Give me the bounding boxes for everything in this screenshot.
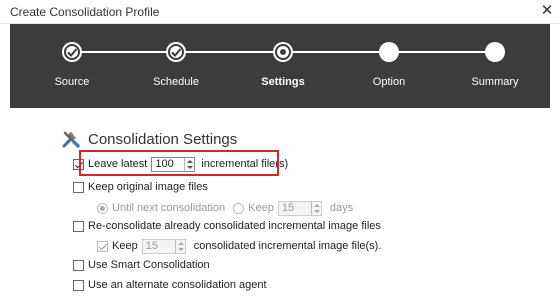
wizard-stepper: Source Schedule Settings Option Summary (10, 24, 550, 108)
reconsolidate-label: Re-consolidate already consolidated incr… (88, 220, 381, 232)
title-bar: Create Consolidation Profile ✕ (0, 0, 560, 24)
step-schedule-label[interactable]: Schedule (136, 76, 216, 88)
keep-original-row: Keep original image files (73, 178, 208, 196)
keep-incremental-label: Keep (112, 240, 138, 252)
smart-row: Use Smart Consolidation (73, 256, 210, 274)
step-settings-label: Settings (261, 76, 305, 88)
smart-consolidation-label: Use Smart Consolidation (88, 259, 210, 271)
keep-original-label: Keep original image files (88, 181, 208, 193)
section-title: Consolidation Settings (88, 131, 238, 148)
step-source-check-icon[interactable] (62, 42, 82, 62)
alt-agent-checkbox[interactable] (73, 279, 84, 291)
keep-days-stepper[interactable]: 15 (277, 200, 322, 216)
keep-incremental-row: Keep 15 consolidated incremental image f… (97, 237, 381, 255)
step-summary-label: Summary (471, 76, 519, 88)
keep-incremental-checkbox[interactable] (97, 240, 108, 252)
keep-incremental-suffix: consolidated incremental image file(s). (193, 240, 382, 252)
keep-incremental-stepper[interactable]: 15 (141, 238, 186, 254)
step-settings-current-icon (273, 42, 293, 62)
until-next-label: Until next consolidation (112, 202, 226, 214)
alt-agent-row: Use an alternate consolidation agent (73, 276, 267, 294)
keep-incremental-value[interactable]: 15 (143, 240, 175, 252)
step-source-label[interactable]: Source (32, 76, 112, 88)
until-next-radio[interactable] (97, 202, 108, 214)
keep-days-label: Keep (248, 202, 274, 214)
window-title: Create Consolidation Profile (10, 5, 160, 19)
close-icon[interactable]: ✕ (538, 2, 556, 20)
alt-agent-label: Use an alternate consolidation agent (88, 279, 267, 291)
smart-consolidation-checkbox[interactable] (73, 259, 84, 271)
tools-icon (62, 131, 80, 148)
step-schedule-check-icon[interactable] (166, 42, 186, 62)
keep-original-checkbox[interactable] (73, 181, 84, 193)
keep-days-value[interactable]: 15 (279, 202, 311, 214)
keep-days-spin-buttons[interactable] (310, 201, 321, 215)
retention-row: Until next consolidation Keep 15 days (97, 199, 353, 217)
keep-days-radio[interactable] (233, 202, 245, 214)
keep-incremental-spin-buttons[interactable] (174, 239, 185, 253)
highlight-box (79, 150, 279, 176)
reconsolidate-checkbox[interactable] (73, 220, 84, 232)
step-summary-dot-icon (485, 42, 505, 62)
keep-days-suffix: days (329, 202, 354, 214)
step-option-dot-icon (379, 42, 399, 62)
reconsolidate-row: Re-consolidate already consolidated incr… (73, 217, 381, 235)
step-option-label: Option (372, 76, 406, 88)
